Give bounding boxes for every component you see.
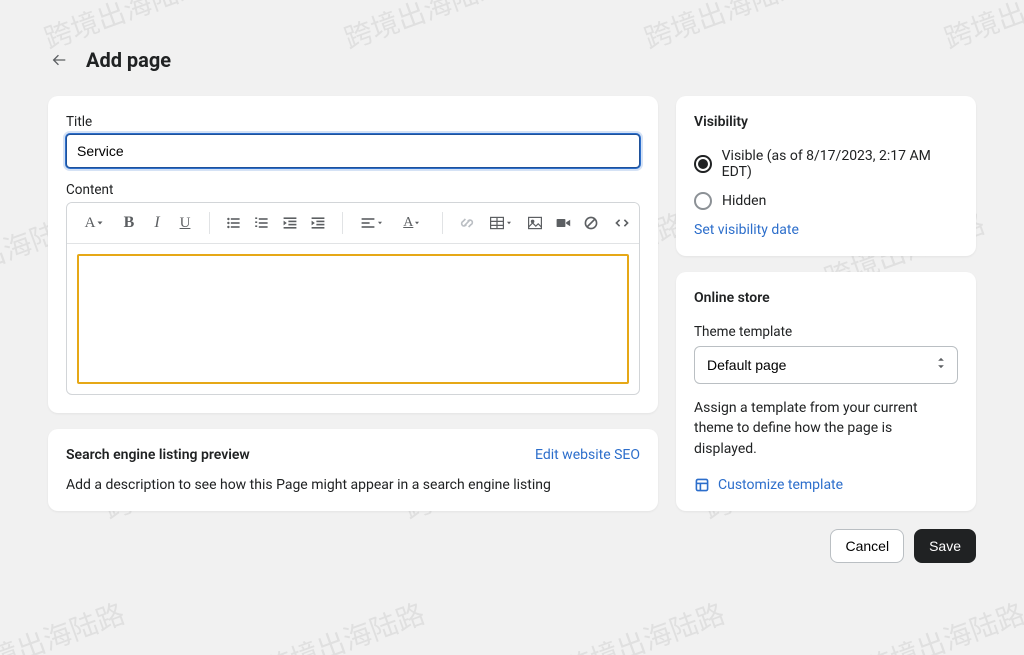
table-button[interactable]: [481, 209, 521, 237]
template-icon: [694, 477, 710, 493]
online-store-heading: Online store: [694, 290, 958, 306]
clear-formatting-button[interactable]: [577, 209, 605, 237]
image-icon: [527, 215, 543, 231]
bullet-list-button[interactable]: [220, 209, 248, 237]
radio-checked-icon: [694, 155, 712, 173]
code-icon: [614, 215, 630, 231]
visibility-option-hidden[interactable]: Hidden: [694, 192, 958, 210]
rich-text-editor: A B I U: [66, 202, 640, 395]
content-label: Content: [66, 182, 640, 198]
align-left-icon: [360, 215, 376, 231]
visibility-card: Visibility Visible (as of 8/17/2023, 2:1…: [676, 96, 976, 256]
separator: [209, 212, 210, 234]
back-button[interactable]: [48, 49, 70, 71]
watermark: 跨境出海陆路: [558, 592, 730, 655]
radio-unchecked-icon: [694, 192, 712, 210]
italic-icon: I: [154, 214, 159, 232]
bold-icon: B: [124, 214, 135, 232]
title-content-card: Title Content A B I: [48, 96, 658, 413]
link-button[interactable]: [453, 209, 481, 237]
bold-button[interactable]: B: [115, 209, 143, 237]
separator: [342, 212, 343, 234]
watermark: 跨境出海陆路: [858, 592, 1024, 655]
indent-icon: [310, 215, 326, 231]
indent-button[interactable]: [304, 209, 332, 237]
html-view-button[interactable]: [613, 209, 631, 237]
page-header: Add page: [48, 48, 976, 72]
seo-heading: Search engine listing preview: [66, 447, 250, 463]
visibility-visible-label: Visible (as of 8/17/2023, 2:17 AM EDT): [722, 148, 958, 180]
outdent-icon: [282, 215, 298, 231]
template-description: Assign a template from your current them…: [694, 398, 958, 459]
cancel-button[interactable]: Cancel: [830, 529, 904, 563]
numbered-list-button[interactable]: [248, 209, 276, 237]
chevron-down-icon: [95, 218, 105, 228]
editor-toolbar: A B I U: [67, 203, 639, 244]
align-button[interactable]: [352, 209, 392, 237]
watermark: 跨境出海陆路: [258, 592, 430, 655]
customize-template-link[interactable]: Customize template: [718, 477, 843, 493]
outdent-button[interactable]: [276, 209, 304, 237]
underline-button[interactable]: U: [171, 209, 199, 237]
link-icon: [459, 215, 475, 231]
footer-actions: Cancel Save: [48, 529, 976, 563]
online-store-card: Online store Theme template Default page…: [676, 272, 976, 511]
image-button[interactable]: [521, 209, 549, 237]
save-button[interactable]: Save: [914, 529, 976, 563]
seo-description: Add a description to see how this Page m…: [66, 477, 640, 493]
font-family-button[interactable]: A: [75, 209, 115, 237]
text-color-icon: A: [403, 215, 413, 231]
italic-button[interactable]: I: [143, 209, 171, 237]
numbered-list-icon: [254, 215, 270, 231]
title-label: Title: [66, 114, 640, 130]
separator: [442, 212, 443, 234]
font-icon: A: [85, 215, 96, 232]
theme-template-select-wrap: Default page: [694, 346, 958, 384]
theme-template-label: Theme template: [694, 324, 958, 340]
watermark: 跨境出海陆路: [0, 592, 130, 655]
video-icon: [555, 215, 571, 231]
table-icon: [489, 215, 505, 231]
chevron-down-icon: [413, 219, 421, 227]
theme-template-select[interactable]: Default page: [695, 347, 957, 383]
underline-icon: U: [180, 215, 191, 232]
visibility-heading: Visibility: [694, 114, 958, 130]
clear-icon: [583, 215, 599, 231]
video-button[interactable]: [549, 209, 577, 237]
visibility-option-visible[interactable]: Visible (as of 8/17/2023, 2:17 AM EDT): [694, 148, 958, 180]
text-color-button[interactable]: A: [392, 209, 432, 237]
chevron-down-icon: [505, 219, 513, 227]
bullet-list-icon: [226, 215, 242, 231]
visibility-hidden-label: Hidden: [722, 193, 766, 209]
title-input[interactable]: [66, 134, 640, 168]
arrow-left-icon: [50, 51, 68, 69]
seo-preview-card: Search engine listing preview Edit websi…: [48, 429, 658, 511]
page-title: Add page: [86, 48, 171, 72]
edit-seo-link[interactable]: Edit website SEO: [535, 447, 640, 463]
editor-body[interactable]: [77, 254, 629, 384]
set-visibility-date-link[interactable]: Set visibility date: [694, 222, 799, 238]
chevron-down-icon: [376, 219, 384, 227]
